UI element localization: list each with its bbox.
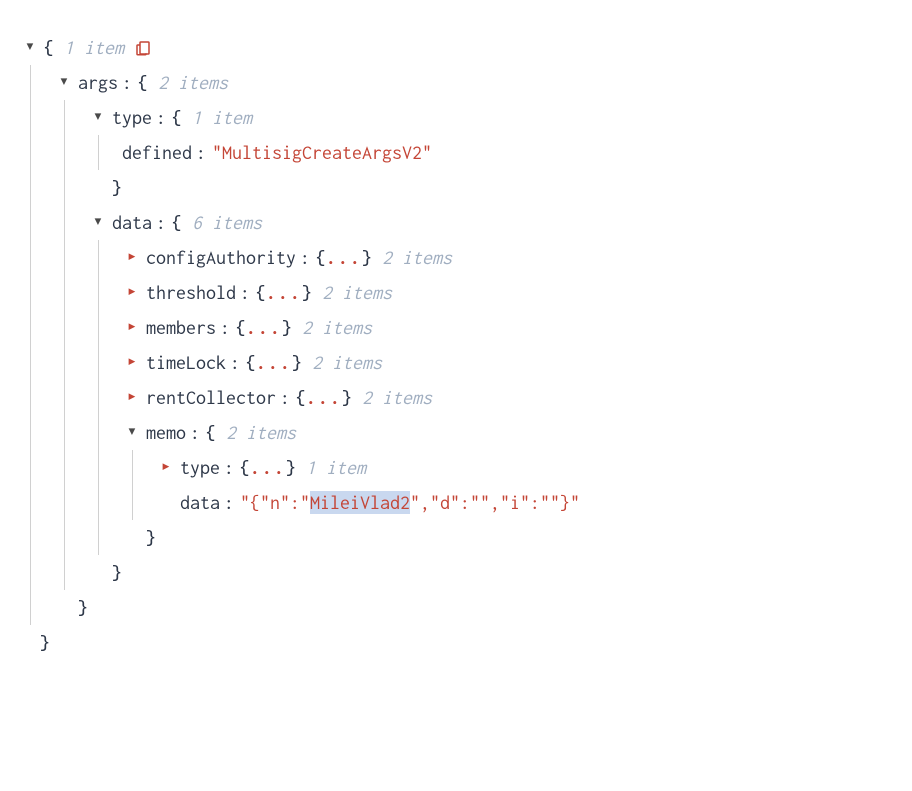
type-close-row: } [20, 170, 892, 205]
close-brace: } [40, 625, 50, 660]
chevron-right-icon[interactable]: ▶ [122, 247, 142, 268]
open-brace: { [172, 100, 182, 135]
item-count: 1 item [64, 30, 124, 65]
colon: : [220, 310, 230, 345]
item-count: 2 items [302, 310, 372, 345]
item-count: 2 items [226, 415, 296, 450]
key-label: memo [146, 415, 186, 450]
item-count: 2 items [312, 345, 382, 380]
close-brace: } [286, 450, 296, 485]
chevron-right-icon[interactable]: ▶ [122, 282, 142, 303]
key-label: configAuthority [146, 240, 296, 275]
timelock-row: ▶ timeLock : {...} 2 items [20, 345, 892, 380]
root-open-row: ▼ { 1 item [20, 30, 892, 65]
colon: : [190, 415, 200, 450]
open-brace: { [44, 30, 54, 65]
open-brace: { [296, 380, 306, 415]
key-label: rentCollector [146, 380, 276, 415]
threshold-row: ▶ threshold : {...} 2 items [20, 275, 892, 310]
chevron-right-icon[interactable]: ▶ [122, 317, 142, 338]
close-brace: } [112, 170, 122, 205]
colon: : [156, 205, 166, 240]
key-label: type [112, 100, 152, 135]
item-count: 1 item [306, 450, 366, 485]
item-count: 2 items [158, 65, 228, 100]
open-brace: { [206, 415, 216, 450]
close-brace: } [282, 310, 292, 345]
members-row: ▶ members : {...} 2 items [20, 310, 892, 345]
close-brace: } [112, 555, 122, 590]
ellipsis[interactable]: ... [256, 345, 292, 380]
key-label: defined [122, 135, 192, 170]
close-brace: } [362, 240, 372, 275]
string-value: "MultisigCreateArgsV2" [212, 135, 432, 170]
colon: : [240, 275, 250, 310]
string-value: "{"n":"MileiVlad2","d":"","i":""}" [240, 485, 580, 520]
colon: : [280, 380, 290, 415]
item-count: 2 items [322, 275, 392, 310]
key-label: data [112, 205, 152, 240]
close-brace: } [78, 590, 88, 625]
colon: : [122, 65, 132, 100]
chevron-down-icon[interactable]: ▼ [54, 72, 74, 93]
item-count: 6 items [192, 205, 262, 240]
data-row: ▼ data : { 6 items [20, 205, 892, 240]
chevron-down-icon[interactable]: ▼ [122, 422, 142, 443]
colon: : [230, 345, 240, 380]
ellipsis[interactable]: ... [246, 310, 282, 345]
ellipsis[interactable]: ... [250, 450, 286, 485]
ellipsis[interactable]: ... [306, 380, 342, 415]
data-close-row: } [20, 555, 892, 590]
colon: : [196, 135, 206, 170]
colon: : [156, 100, 166, 135]
key-label: threshold [146, 275, 236, 310]
rentcollector-row: ▶ rentCollector : {...} 2 items [20, 380, 892, 415]
chevron-down-icon[interactable]: ▼ [88, 212, 108, 233]
configauthority-row: ▶ configAuthority : {...} 2 items [20, 240, 892, 275]
close-brace: } [292, 345, 302, 380]
defined-row: defined : "MultisigCreateArgsV2" [20, 135, 892, 170]
open-brace: { [246, 345, 256, 380]
key-label: timeLock [146, 345, 226, 380]
chevron-right-icon[interactable]: ▶ [122, 387, 142, 408]
memo-data-row: data : "{"n":"MileiVlad2","d":"","i":""}… [20, 485, 892, 520]
highlighted-text: MileiVlad2 [310, 491, 410, 514]
open-brace: { [256, 275, 266, 310]
args-close-row: } [20, 590, 892, 625]
json-tree-viewer: ▼ { 1 item ▼ args : { 2 items ▼ type : {… [20, 30, 892, 660]
item-count: 2 items [382, 240, 452, 275]
close-brace: } [342, 380, 352, 415]
ellipsis[interactable]: ... [326, 240, 362, 275]
clipboard-icon[interactable] [132, 37, 154, 59]
open-brace: { [316, 240, 326, 275]
chevron-down-icon[interactable]: ▼ [88, 107, 108, 128]
open-brace: { [138, 65, 148, 100]
open-brace: { [240, 450, 250, 485]
item-count: 2 items [362, 380, 432, 415]
key-label: members [146, 310, 216, 345]
close-brace: } [302, 275, 312, 310]
key-label: type [180, 450, 220, 485]
open-brace: { [172, 205, 182, 240]
memo-type-row: ▶ type : {...} 1 item [20, 450, 892, 485]
close-brace: } [146, 520, 156, 555]
memo-close-row: } [20, 520, 892, 555]
memo-row: ▼ memo : { 2 items [20, 415, 892, 450]
colon: : [224, 450, 234, 485]
open-brace: { [236, 310, 246, 345]
colon: : [224, 485, 234, 520]
args-row: ▼ args : { 2 items [20, 65, 892, 100]
root-close-row: } [20, 625, 892, 660]
key-label: args [78, 65, 118, 100]
type-row: ▼ type : { 1 item [20, 100, 892, 135]
item-count: 1 item [192, 100, 252, 135]
colon: : [300, 240, 310, 275]
chevron-down-icon[interactable]: ▼ [20, 37, 40, 58]
key-label: data [180, 485, 220, 520]
chevron-right-icon[interactable]: ▶ [122, 352, 142, 373]
chevron-right-icon[interactable]: ▶ [156, 457, 176, 478]
ellipsis[interactable]: ... [266, 275, 302, 310]
